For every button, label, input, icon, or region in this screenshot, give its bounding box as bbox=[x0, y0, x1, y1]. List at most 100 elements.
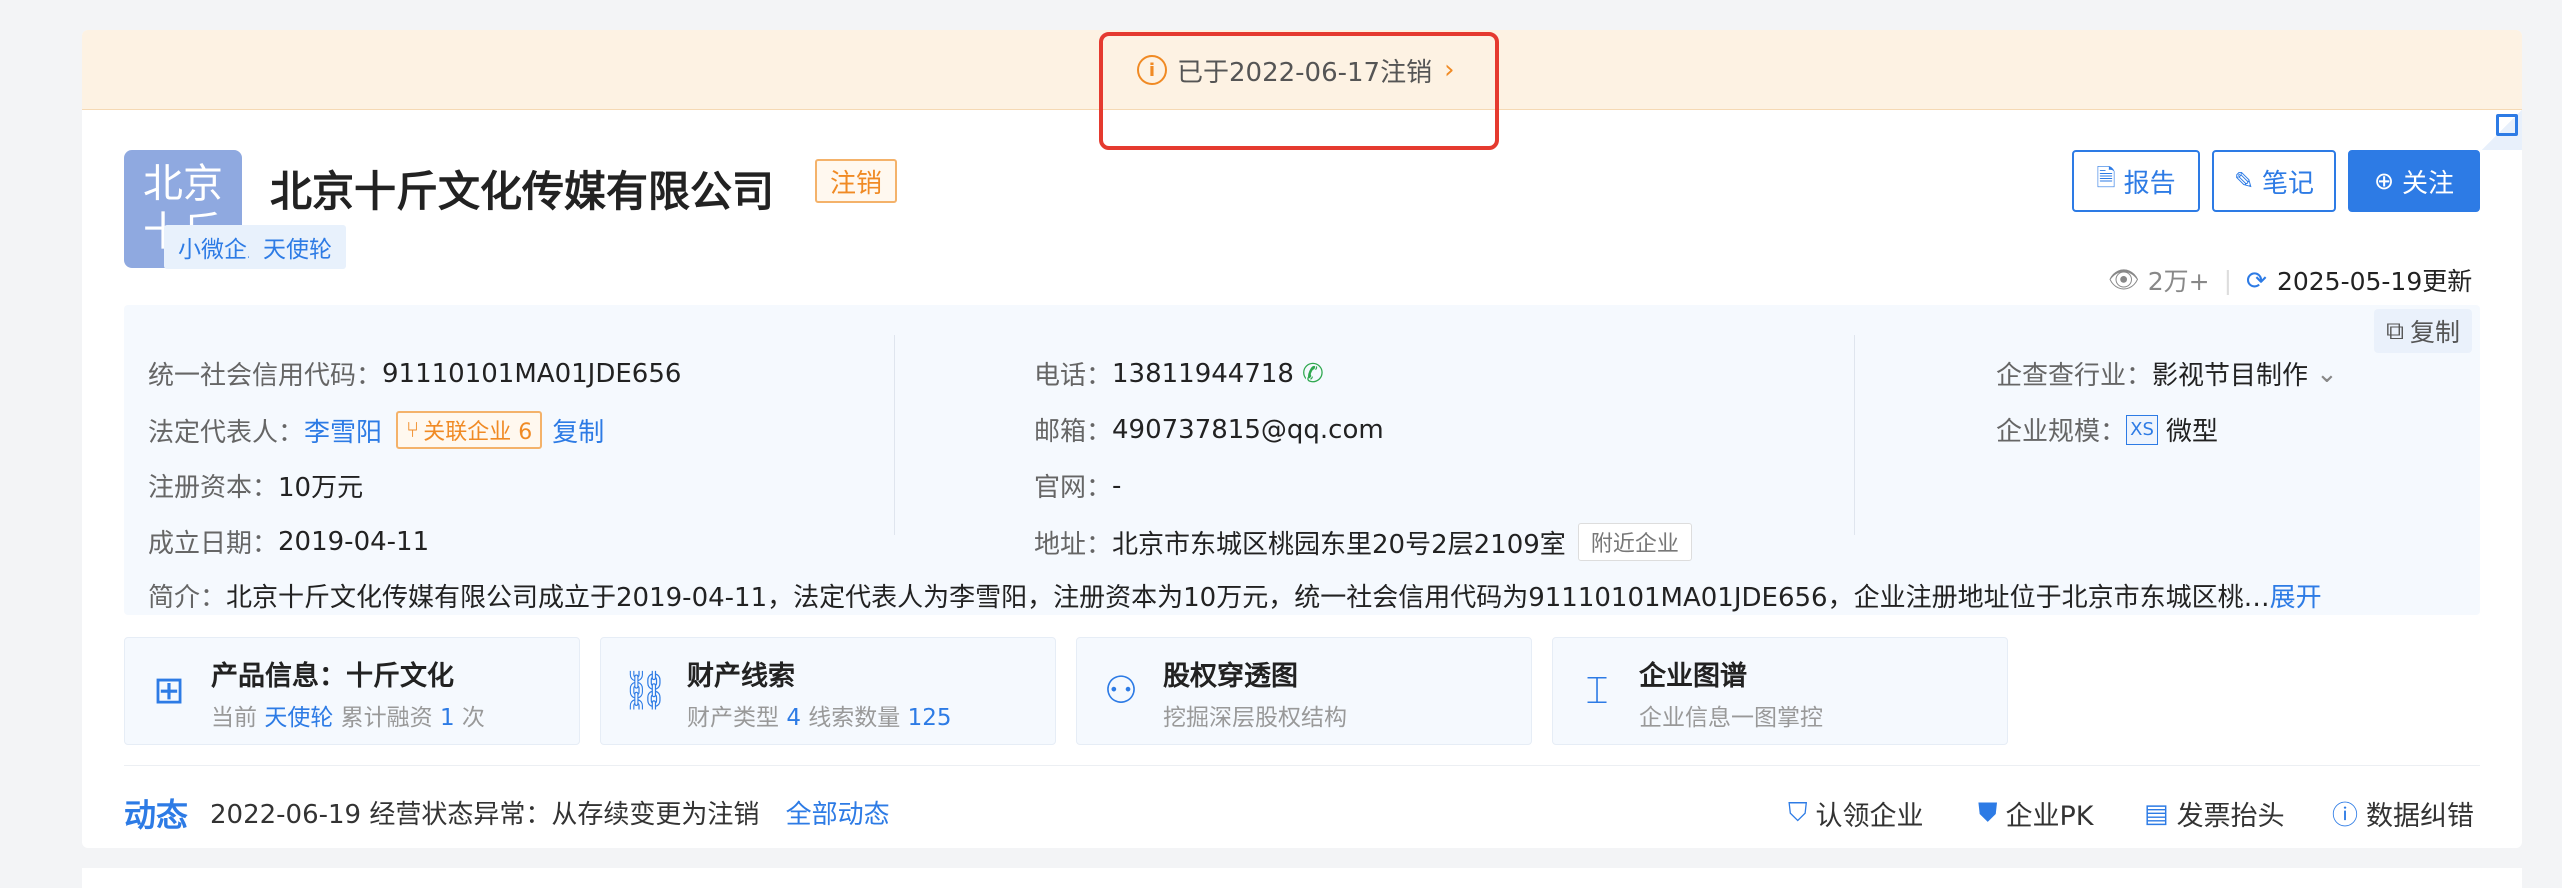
info-panel: ⧉ 复制 统一社会信用代码： 91110101MA01JDE656 法定代表人： … bbox=[124, 305, 2480, 615]
nearby-companies-button[interactable]: 附近企业 bbox=[1577, 523, 1692, 561]
phone-row: 电话： 13811944718 ✆ bbox=[1034, 355, 1324, 392]
invoice-header-label: 发票抬头 bbox=[2176, 801, 2285, 832]
feature-subtitle: 当前 天使轮 累计融资 1 次 bbox=[211, 698, 485, 732]
feature-title: 股权穿透图 bbox=[1163, 661, 1298, 692]
dynamics-row: 2022-06-19 经营状态异常：从存续变更为注销 全部动态 bbox=[210, 794, 890, 831]
feature-title: 产品信息：十斤文化 bbox=[211, 661, 454, 692]
funding-count: 1 bbox=[439, 705, 455, 731]
phone-icon[interactable]: ✆ bbox=[1302, 359, 1324, 389]
link-chain-icon: ⛓ bbox=[620, 667, 670, 712]
feature-subtitle: 财产类型 4 线索数量 125 bbox=[687, 698, 951, 732]
capital-value: 10万元 bbox=[278, 473, 364, 503]
email-label: 邮箱： bbox=[1034, 417, 1113, 447]
related-companies-chip[interactable]: ⑂ 关联企业 6 bbox=[396, 411, 543, 449]
scale-badge: XS bbox=[2126, 414, 2159, 445]
capital-label: 注册资本： bbox=[148, 473, 279, 503]
claim-company-button[interactable]: ⛉ 认领企业 bbox=[1788, 794, 1924, 833]
founded-value: 2019-04-11 bbox=[278, 526, 430, 557]
address-row: 地址： 北京市东城区桃园东里20号2层2109室 附近企业 bbox=[1034, 523, 1692, 561]
email-row: 邮箱： 490737815@qq.com bbox=[1034, 411, 1384, 448]
pdf-icon: 🗎 bbox=[2096, 163, 2116, 192]
company-pk-label: 企业PK bbox=[2005, 801, 2094, 832]
note-label: 笔记 bbox=[2262, 168, 2315, 199]
website-label: 官网： bbox=[1034, 473, 1113, 503]
feature-title: 财产线索 bbox=[687, 661, 795, 692]
invoice-header-button[interactable]: ▤ 发票抬头 bbox=[2144, 794, 2285, 833]
legal-rep-copy-link[interactable]: 复制 bbox=[552, 412, 604, 449]
qr-code-icon[interactable] bbox=[2482, 110, 2522, 150]
subtitle-part: 累计融资 bbox=[333, 705, 440, 731]
company-header-card: i 已于2022-06-17注销 › 北京 十斤 北京十斤文化传媒有限公司 注销… bbox=[82, 30, 2522, 848]
subtitle-part: 次 bbox=[454, 705, 485, 731]
dynamics-title: 动态 bbox=[124, 796, 189, 834]
copy-button[interactable]: ⧉ 复制 bbox=[2374, 309, 2472, 353]
clue-count: 125 bbox=[907, 705, 952, 731]
tag-funding-round[interactable]: 天使轮 bbox=[249, 225, 346, 269]
industry-row: 企查查行业： 影视节目制作 ⌄ bbox=[1996, 355, 2338, 392]
copy-icon: ⧉ bbox=[2386, 316, 2404, 345]
data-correction-label: 数据纠错 bbox=[2366, 801, 2475, 832]
address-label: 地址： bbox=[1034, 529, 1113, 560]
highlight-box bbox=[1099, 32, 1499, 150]
subtitle-part: 财产类型 bbox=[687, 705, 787, 731]
capital-row: 注册资本： 10万元 bbox=[148, 467, 363, 504]
claim-company-label: 认领企业 bbox=[1815, 801, 1924, 832]
org-chart-icon: ⚇ bbox=[1103, 668, 1139, 712]
note-button[interactable]: ✎ 笔记 bbox=[2212, 150, 2336, 212]
chevron-down-icon[interactable]: ⌄ bbox=[2316, 359, 2338, 389]
website-value: - bbox=[1112, 470, 1122, 501]
address-value: 北京市东城区桃园东里20号2层2109室 bbox=[1112, 529, 1566, 560]
legal-rep-link[interactable]: 李雪阳 bbox=[304, 412, 382, 449]
scale-value: 微型 bbox=[2166, 417, 2219, 447]
follow-button[interactable]: ⊕ 关注 bbox=[2348, 150, 2480, 212]
update-date: ⟳ 2025-05-19更新 bbox=[2246, 262, 2472, 298]
eye-icon: 👁 bbox=[2108, 265, 2140, 294]
divider bbox=[124, 765, 2480, 766]
feature-title: 企业图谱 bbox=[1639, 661, 1747, 692]
credit-code-row: 统一社会信用代码： 91110101MA01JDE656 bbox=[148, 355, 681, 392]
network-icon: ⑂ bbox=[406, 417, 420, 443]
scale-label: 企业规模： bbox=[1996, 417, 2127, 447]
graph-icon: ⌶ bbox=[1585, 667, 1609, 712]
email-value: 490737815@qq.com bbox=[1112, 414, 1384, 445]
company-name: 北京十斤文化传媒有限公司 bbox=[270, 167, 775, 216]
view-count: 👁 2万+ | bbox=[2108, 262, 2246, 298]
legal-rep-label: 法定代表人： bbox=[148, 417, 305, 448]
expand-link[interactable]: 展开 bbox=[2270, 577, 2322, 614]
report-button[interactable]: 🗎 报告 bbox=[2072, 150, 2200, 212]
feature-product-info[interactable]: ⊞ 产品信息：十斤文化 当前 天使轮 累计融资 1 次 bbox=[124, 637, 580, 745]
view-count-value: 2万+ bbox=[2147, 267, 2210, 296]
feature-equity-chart[interactable]: ⚇ 股权穿透图 挖掘深层股权结构 bbox=[1076, 637, 1532, 745]
shield-check-icon: ⛉ bbox=[1788, 798, 1808, 828]
report-label: 报告 bbox=[2123, 168, 2176, 199]
divider bbox=[1854, 335, 1855, 535]
intro-text: 北京十斤文化传媒有限公司成立于2019-04-11，法定代表人为李雪阳，注册资本… bbox=[226, 583, 2270, 613]
feature-subtitle: 企业信息一图掌控 bbox=[1639, 705, 1823, 731]
related-companies-label: 关联企业 6 bbox=[423, 420, 533, 445]
warning-circle-icon: ⓘ bbox=[2332, 801, 2359, 831]
pen-icon: ✎ bbox=[2233, 167, 2255, 195]
all-dynamics-link[interactable]: 全部动态 bbox=[786, 800, 890, 830]
phone-value: 13811944718 bbox=[1112, 358, 1294, 389]
legal-rep-row: 法定代表人： 李雪阳 ⑂ 关联企业 6 复制 bbox=[148, 411, 604, 449]
feature-subtitle: 挖掘深层股权结构 bbox=[1163, 705, 1347, 731]
feature-company-graph[interactable]: ⌶ 企业图谱 企业信息一图掌控 bbox=[1552, 637, 2008, 745]
intro-label: 简介： bbox=[148, 583, 227, 613]
pk-icon: ⛊ bbox=[1978, 798, 1998, 828]
founded-label: 成立日期： bbox=[148, 529, 279, 559]
subtitle-part: 当前 bbox=[211, 705, 265, 731]
next-card-edge bbox=[82, 868, 2522, 888]
website-row: 官网： - bbox=[1034, 467, 1121, 504]
phone-label: 电话： bbox=[1034, 361, 1113, 391]
company-pk-button[interactable]: ⛊ 企业PK bbox=[1978, 794, 2094, 833]
credit-code-label: 统一社会信用代码： bbox=[148, 361, 383, 391]
intro-row: 简介： 北京十斤文化传媒有限公司成立于2019-04-11，法定代表人为李雪阳，… bbox=[148, 577, 2478, 614]
industry-value[interactable]: 影视节目制作 bbox=[2152, 355, 2308, 392]
feature-asset-clues[interactable]: ⛓ 财产线索 财产类型 4 线索数量 125 bbox=[600, 637, 1056, 745]
status-badge: 注销 bbox=[815, 159, 897, 203]
data-correction-button[interactable]: ⓘ 数据纠错 bbox=[2332, 794, 2474, 833]
industry-label: 企查查行业： bbox=[1996, 361, 2153, 391]
logo-line-1: 北京 bbox=[143, 161, 223, 207]
refresh-icon[interactable]: ⟳ bbox=[2246, 266, 2267, 295]
funding-round-link[interactable]: 天使轮 bbox=[264, 705, 333, 731]
